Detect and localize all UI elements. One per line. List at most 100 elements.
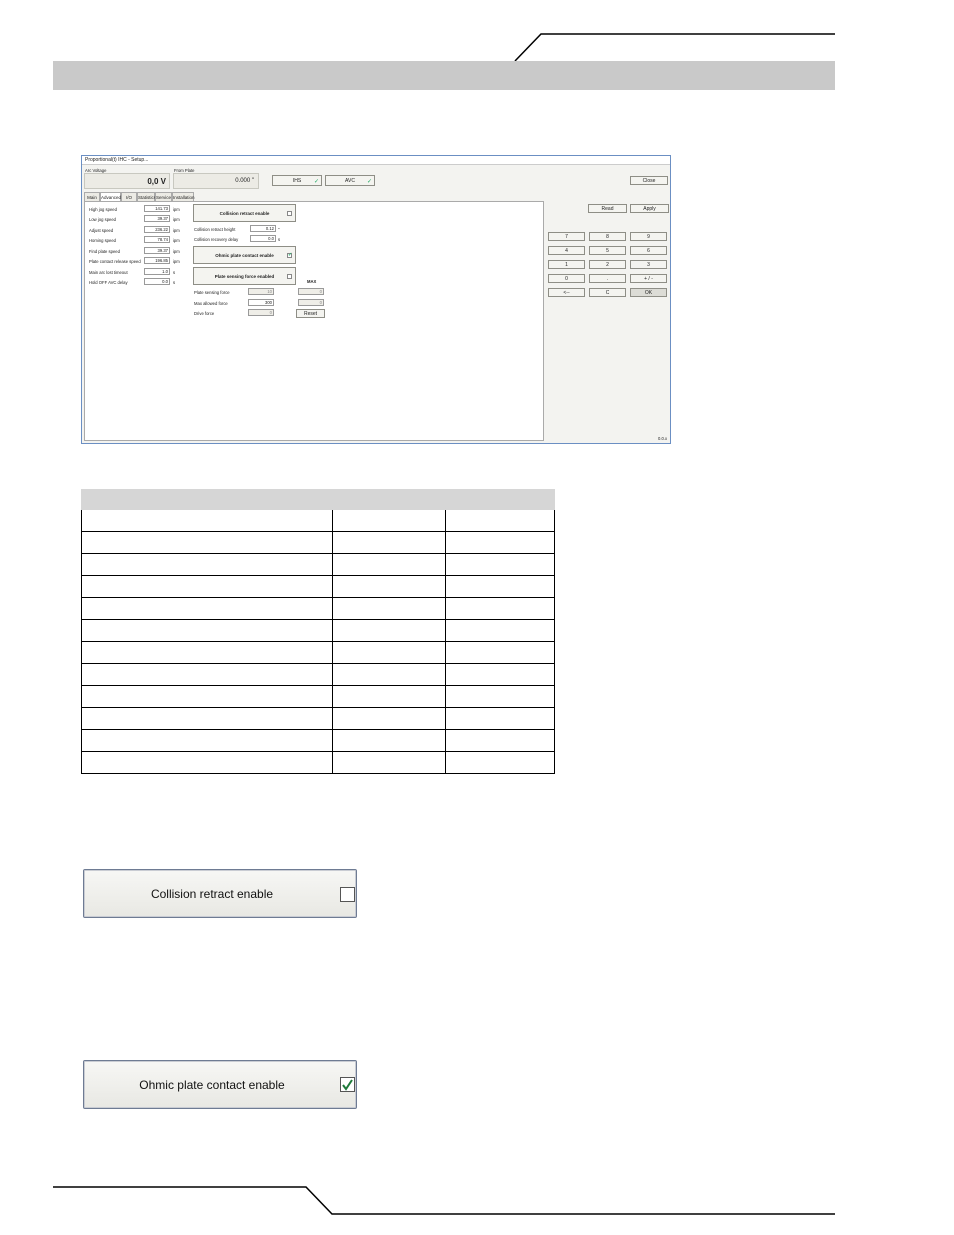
tab-io-bits[interactable]: I/O bits	[121, 192, 137, 209]
collision-retract-toggle[interactable]: Collision retract enable	[193, 204, 296, 222]
force-field[interactable]: 10	[248, 288, 274, 295]
keypad-key[interactable]: 5	[589, 246, 626, 255]
ihs-label: IHS	[292, 178, 302, 184]
collision-recovery-delay-label: Collision recovery delay	[194, 237, 239, 242]
plate-sensing-force-toggle[interactable]: Plate sensing force enabled	[193, 267, 296, 285]
ohmic-check-icon: ✓	[287, 252, 293, 258]
tab-installation[interactable]: Installation	[172, 192, 195, 201]
param-label: Main arc lost timeout	[89, 270, 128, 275]
param-unit: ipm	[173, 217, 180, 222]
tab-statistics[interactable]: Statistics	[137, 192, 156, 201]
param-field[interactable]: 141.73	[144, 205, 170, 212]
param-unit: s	[173, 270, 176, 275]
ohmic-plate-contact-label: Ohmic plate contact enable	[215, 253, 274, 258]
param-label: Low jog speed	[89, 217, 117, 222]
keypad-key[interactable]: 8	[589, 232, 626, 241]
param-field[interactable]: 39.37	[144, 215, 170, 222]
param-field[interactable]: 1.0	[144, 268, 170, 275]
tab-service[interactable]: Service	[155, 192, 172, 201]
force-field[interactable]: 300	[248, 299, 274, 306]
force-max-field: 0	[298, 288, 324, 295]
param-field[interactable]: 0.0	[144, 278, 170, 285]
keypad-key-ok[interactable]: OK	[630, 288, 667, 297]
param-field[interactable]: 78.74	[144, 236, 170, 243]
avc-label: AVC	[345, 178, 355, 184]
param-label: Plate contact release speed	[89, 259, 141, 264]
keypad-key[interactable]: 2	[589, 260, 626, 269]
force-max-field: 0	[298, 299, 324, 306]
param-label: High jog speed	[89, 207, 117, 212]
ohmic-plate-contact-enable-button[interactable]: Ohmic plate contact enable	[83, 1060, 357, 1109]
param-unit: ipm	[173, 238, 180, 243]
collision-retract-enable-label: Collision retract enable	[150, 887, 274, 901]
param-unit: ipm	[173, 249, 180, 254]
collision-retract-height-unit: "	[278, 227, 280, 232]
table-row	[80, 729, 555, 752]
table-row	[80, 707, 555, 730]
tab-main[interactable]: Main	[84, 192, 100, 201]
keypad-key[interactable]: 1	[548, 260, 585, 269]
param-field[interactable]: 236.22	[144, 226, 170, 233]
check-icon	[342, 1079, 353, 1091]
from-plate-display: 0.000 "	[173, 173, 259, 189]
ohmic-plate-contact-enable-label: Ohmic plate contact enable	[139, 1078, 285, 1092]
read-button[interactable]: Read	[588, 204, 627, 213]
force-label: Plate sensing force	[194, 290, 230, 295]
param-field[interactable]: 196.85	[144, 257, 170, 264]
table-row	[80, 553, 555, 576]
param-unit: ipm	[173, 259, 180, 264]
table-row	[80, 575, 555, 598]
table-row	[80, 641, 555, 664]
keypad-key[interactable]: C	[589, 288, 626, 297]
plate-sensing-checkbox	[287, 274, 292, 279]
table-row	[80, 619, 555, 642]
table-row	[80, 751, 555, 774]
close-button[interactable]: Close	[630, 176, 668, 185]
param-unit: ipm	[173, 228, 180, 233]
param-label: Adjust speed	[89, 228, 114, 233]
keypad-key[interactable]: 9	[630, 232, 667, 241]
keypad-key[interactable]: 6	[630, 246, 667, 255]
avc-toggle[interactable]: AVC ✓	[325, 175, 375, 186]
setup-window-screenshot: Proportional(t) IHC - Setup... Arc Volta…	[81, 155, 671, 444]
keypad-key[interactable]: 4	[548, 246, 585, 255]
collision-retract-enable-button[interactable]: Collision retract enable	[83, 869, 357, 918]
keypad-key[interactable]: 0	[548, 274, 585, 283]
table-row	[80, 597, 555, 620]
keypad-key[interactable]: .	[589, 274, 626, 283]
section-header-bar	[53, 61, 835, 90]
ohmic-plate-contact-checkbox	[340, 1077, 355, 1092]
table-header	[81, 489, 555, 510]
param-label: Hold OFF AVC delay	[89, 280, 128, 285]
collision-retract-label: Collision retract enable	[219, 211, 270, 216]
table-row	[80, 685, 555, 708]
footer-decoration	[53, 1186, 835, 1215]
ihs-toggle[interactable]: IHS ✓	[272, 175, 322, 186]
window-title: Proportional(t) IHC - Setup...	[82, 156, 670, 165]
collision-retract-checkbox	[340, 887, 355, 902]
collision-retract-height-field[interactable]: 0.12	[250, 225, 276, 232]
advanced-tab-panel: High jog speed 141.73 ipm Low jog speed …	[84, 201, 544, 441]
collision-recovery-delay-unit: s	[278, 237, 281, 242]
arc-voltage-display: 0,0 V	[84, 173, 170, 189]
reset-button[interactable]: Reset	[296, 309, 325, 318]
parameter-table	[80, 510, 555, 774]
version-label: 0.0.x	[658, 436, 668, 441]
table-row	[80, 531, 555, 554]
param-field[interactable]: 39.37	[144, 247, 170, 254]
table-row	[80, 663, 555, 686]
ohmic-plate-contact-toggle[interactable]: Ohmic plate contact enable ✓	[193, 246, 296, 264]
keypad-key[interactable]: + / -	[630, 274, 667, 283]
keypad-key[interactable]: <--	[548, 288, 585, 297]
plate-sensing-force-label: Plate sensing force enabled	[214, 274, 275, 279]
collision-recovery-delay-field[interactable]: 0.0	[250, 235, 276, 242]
keypad-key[interactable]: 7	[548, 232, 585, 241]
collision-retract-height-label: Collision retract height	[194, 227, 236, 232]
force-label: Max allowed force	[194, 301, 228, 306]
apply-button[interactable]: Apply	[630, 204, 669, 213]
param-label: Homing speed	[89, 238, 117, 243]
param-unit: s	[173, 280, 176, 285]
keypad-key[interactable]: 3	[630, 260, 667, 269]
ihs-check-icon: ✓	[313, 179, 319, 185]
table-row	[80, 510, 555, 532]
